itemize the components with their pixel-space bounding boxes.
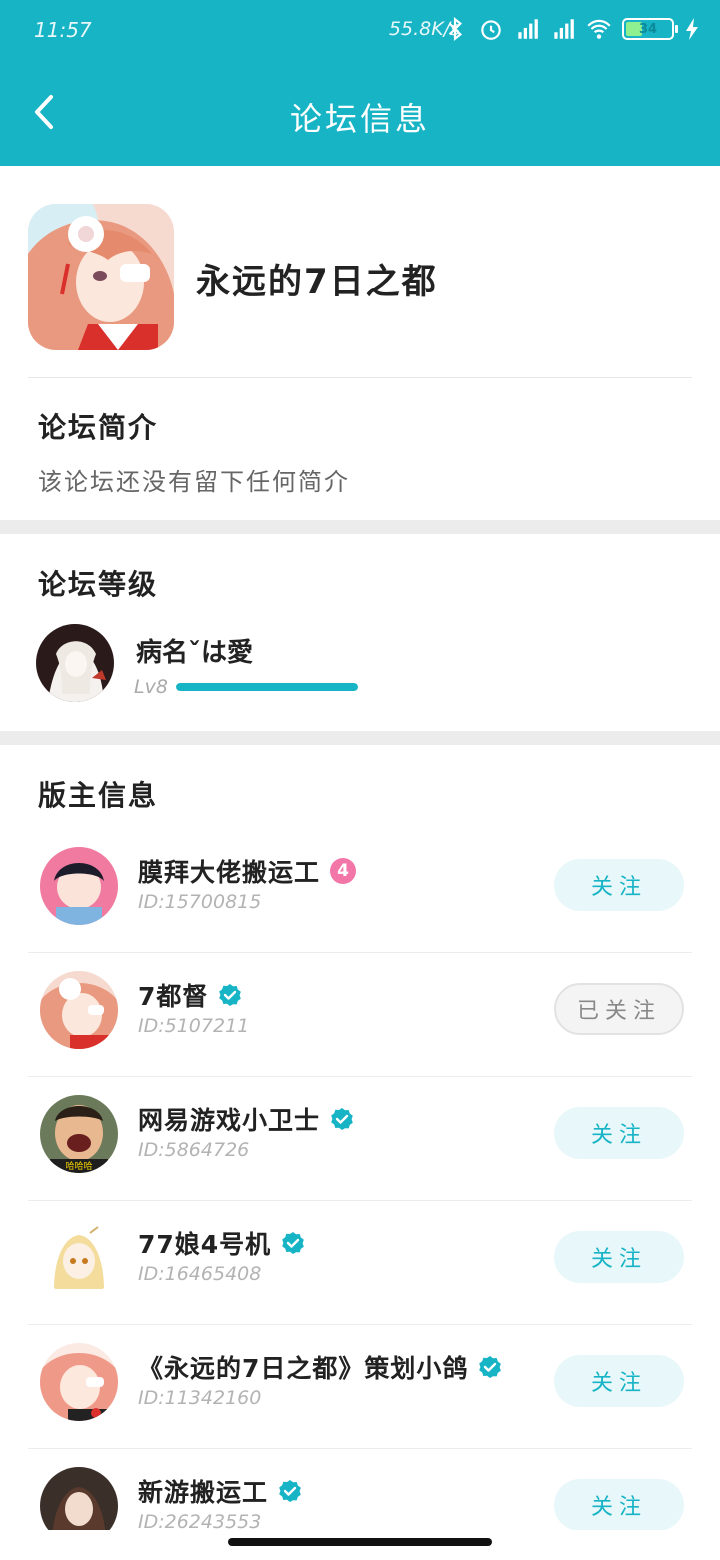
follow-button[interactable]: 关注 <box>554 859 684 911</box>
moderator-name-line: 新游搬运工 <box>138 1473 302 1509</box>
moderator-row[interactable]: 77娘4号机 ID:16465408 关注 <box>0 1201 720 1325</box>
bluetooth-icon <box>448 16 463 42</box>
level-user-name: 病名ˇは愛 <box>136 638 254 668</box>
moderator-id: ID:5107211 <box>138 1015 250 1037</box>
level-progress-fill <box>176 683 358 691</box>
alarm-icon <box>481 20 501 40</box>
moderator-name-line: 《永远的7日之都》策划小鸽 <box>138 1349 502 1385</box>
moderator-name-line: 7都督 <box>138 977 242 1013</box>
follow-button[interactable]: 关注 <box>554 1355 684 1407</box>
verified-icon <box>282 1232 304 1254</box>
moderator-row[interactable]: 哈哈哈 网易游戏小卫士 ID:5864726 关注 <box>0 1077 720 1201</box>
section-separator <box>0 731 720 745</box>
verified-icon <box>279 1480 301 1502</box>
moderator-name: 7都督 <box>138 982 209 1011</box>
page-title: 论坛信息 <box>289 100 430 138</box>
avatar[interactable] <box>36 624 114 702</box>
moderator-id: ID:5864726 <box>138 1139 250 1161</box>
level-progress-bar <box>176 683 358 691</box>
moderator-id: ID:15700815 <box>138 891 262 913</box>
moderator-name: 膜拜大佬搬运工 <box>138 858 321 887</box>
follow-button[interactable]: 关注 <box>554 1107 684 1159</box>
verified-icon <box>219 984 242 1006</box>
moderator-row[interactable]: 7都督 ID:5107211 已关注 <box>0 953 720 1077</box>
avatar[interactable] <box>40 847 118 925</box>
charging-icon <box>686 18 698 40</box>
section-separator <box>0 520 720 534</box>
level-badge: 4 <box>330 858 357 884</box>
avatar[interactable]: 哈哈哈 <box>40 1095 118 1173</box>
verified-icon <box>479 1356 502 1378</box>
intro-title: 论坛简介 <box>38 411 159 444</box>
moderator-name-line: 77娘4号机 <box>138 1225 305 1261</box>
status-bar: 11:57 55.8K/s 34 <box>0 0 720 60</box>
battery-indicator: 34 <box>622 18 678 40</box>
moderator-name-line: 网易游戏小卫士 <box>138 1101 354 1137</box>
svg-text:哈哈哈: 哈哈哈 <box>65 1160 92 1172</box>
status-time: 11:57 <box>34 18 92 42</box>
moderator-name: 《永远的7日之都》策划小鸽 <box>138 1354 469 1383</box>
home-indicator[interactable] <box>228 1538 492 1546</box>
signal-icon <box>554 19 574 39</box>
forum-logo <box>28 204 174 350</box>
avatar[interactable] <box>40 971 118 1049</box>
verified-icon <box>331 1108 353 1130</box>
signal-hd-icon <box>518 19 538 39</box>
following-button[interactable]: 已关注 <box>554 983 684 1035</box>
moderators-title: 版主信息 <box>38 779 159 812</box>
status-icons: 34 <box>442 16 700 42</box>
moderator-id: ID:16465408 <box>138 1263 262 1285</box>
avatar[interactable] <box>40 1343 118 1421</box>
moderator-name-line: 膜拜大佬搬运工 4 <box>138 853 357 889</box>
moderator-name: 网易游戏小卫士 <box>138 1106 321 1135</box>
moderator-row[interactable]: 膜拜大佬搬运工 4 ID:15700815 关注 <box>0 829 720 953</box>
level-label: Lv8 <box>134 676 168 698</box>
wifi-icon <box>587 19 611 39</box>
avatar[interactable] <box>40 1219 118 1297</box>
follow-button[interactable]: 关注 <box>554 1479 684 1531</box>
forum-header: 永远的7日之都 <box>0 166 720 378</box>
moderator-id: ID:11342160 <box>138 1387 262 1409</box>
moderator-row[interactable]: 《永远的7日之都》策划小鸽 ID:11342160 关注 <box>0 1325 720 1449</box>
divider <box>28 377 692 378</box>
forum-name: 永远的7日之都 <box>196 262 438 302</box>
moderator-name: 新游搬运工 <box>138 1478 269 1507</box>
moderator-name: 77娘4号机 <box>138 1230 272 1259</box>
nav-bar: 论坛信息 <box>0 60 720 166</box>
follow-button[interactable]: 关注 <box>554 1231 684 1283</box>
level-title: 论坛等级 <box>38 568 159 601</box>
intro-text: 该论坛还没有留下任何简介 <box>38 468 350 496</box>
battery-level: 34 <box>638 21 658 37</box>
